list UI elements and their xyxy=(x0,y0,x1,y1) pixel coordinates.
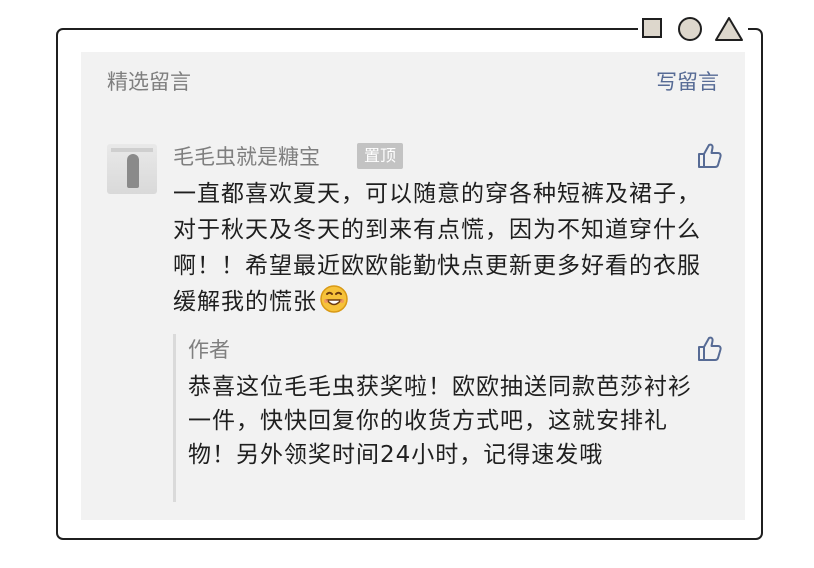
avatar-window xyxy=(111,148,153,152)
comment-author[interactable]: 毛毛虫就是糖宝 xyxy=(173,141,320,171)
comments-panel: 精选留言 写留言 毛毛虫就是糖宝 置顶 一直都喜欢夏天，可以随意的穿各种短裤及裙… xyxy=(81,52,745,520)
reply-author: 作者 xyxy=(188,338,230,362)
thumbs-up-icon[interactable] xyxy=(695,142,723,170)
write-comment-button[interactable]: 写留言 xyxy=(656,66,719,96)
decoration-shapes xyxy=(638,14,748,44)
comment-text: 一直都喜欢夏天，可以随意的穿各种短裤及裙子，对于秋天及冬天的到来有点慌，因为不知… xyxy=(173,176,721,320)
avatar-figure xyxy=(127,154,139,188)
comment-text-content: 一直都喜欢夏天，可以随意的穿各种短裤及裙子，对于秋天及冬天的到来有点慌，因为不知… xyxy=(173,181,701,315)
reply-text: 恭喜这位毛毛虫获奖啦！欧欧抽送同款芭莎衬衫一件，快快回复你的收货方式吧，这就安排… xyxy=(188,374,692,468)
square-shape xyxy=(642,18,662,38)
section-title: 精选留言 xyxy=(107,70,191,94)
thumbs-up-icon[interactable] xyxy=(695,335,723,363)
triangle-shape xyxy=(715,17,743,41)
author-reply: 作者 恭喜这位毛毛虫获奖啦！欧欧抽送同款芭莎衬衫一件，快快回复你的收货方式吧，这… xyxy=(173,334,724,502)
pinned-badge: 置顶 xyxy=(357,143,404,169)
grinning-face-emoji xyxy=(320,285,348,313)
circle-shape xyxy=(678,17,702,41)
avatar[interactable] xyxy=(107,144,157,194)
